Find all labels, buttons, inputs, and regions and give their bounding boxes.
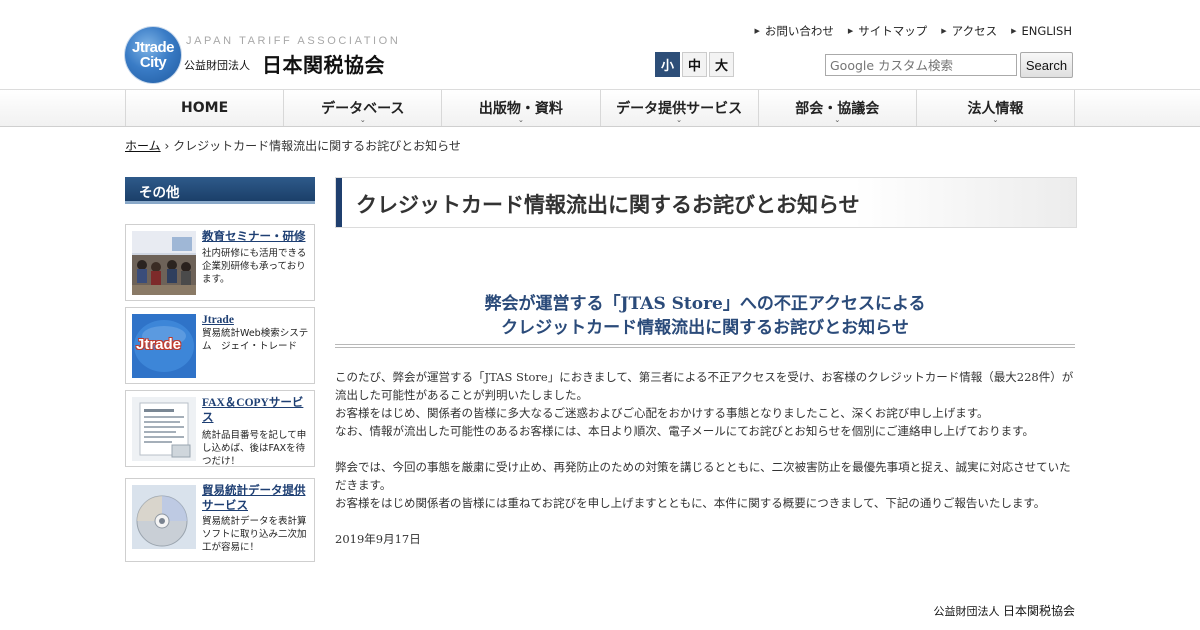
card-description: 統計品目番号を記して申し込めば、後はFAXを待つだけ！ bbox=[202, 430, 307, 467]
jtrade-city-logo[interactable]: Jtrade City bbox=[125, 27, 181, 83]
notice-body: このたび、弊会が運営する「JTAS Store」におきまして、第三者による不正ア… bbox=[335, 368, 1075, 548]
triangle-right-icon: ▶ bbox=[754, 27, 760, 35]
sidebar-card-fax-copy[interactable]: FAX＆COPYサービス 統計品目番号を記して申し込めば、後はFAXを待つだけ！ bbox=[125, 390, 315, 467]
card-description: 貿易統計Web検索システム ジェイ・トレード bbox=[202, 328, 309, 352]
utility-link-english[interactable]: ▶ ENGLISH bbox=[1011, 23, 1072, 39]
card-title[interactable]: 教育セミナー・研修 bbox=[202, 230, 310, 245]
sidebar-card-trade-data[interactable]: 貿易統計データ提供サービス 貿易統計データを表計算ソフトに取り込み二次加工が容易… bbox=[125, 478, 315, 562]
triangle-right-icon: ▶ bbox=[941, 27, 947, 35]
chevron-down-icon: ⌄ bbox=[992, 116, 999, 124]
footer-org-prefix: 公益財団法人 bbox=[933, 605, 1000, 618]
nav-committees[interactable]: 部会・協議会 ⌄ bbox=[757, 90, 916, 126]
notice-heading-line1: 弊会が運営する「JTAS Store」への不正アクセスによる bbox=[484, 294, 926, 314]
paragraph: このたび、弊会が運営する「JTAS Store」におきまして、第三者による不正ア… bbox=[335, 370, 1074, 402]
chevron-down-icon: ⌄ bbox=[517, 116, 524, 124]
logo-line2: City bbox=[139, 54, 167, 71]
page: Jtrade City JAPAN TARIFF ASSOCIATION 公益財… bbox=[0, 0, 1200, 630]
divider bbox=[335, 344, 1075, 348]
org-prefix: 公益財団法人 bbox=[184, 59, 250, 72]
card-title[interactable]: Jtrade bbox=[202, 313, 310, 328]
jtrade-thumb-label: Jtrade bbox=[136, 336, 182, 353]
nav-corporate-info[interactable]: 法人情報 ⌄ bbox=[915, 90, 1076, 126]
paragraph: なお、情報が流出した可能性のあるお客様には、本日より順次、電子メールにてお詫びと… bbox=[335, 424, 1034, 438]
search-button[interactable]: Search bbox=[1020, 52, 1073, 78]
notice-date: 2019年9月17日 bbox=[335, 532, 421, 546]
paragraph: 弊会では、今回の事態を厳粛に受け止め、再発防止のための対策を講じるとともに、二次… bbox=[335, 460, 1071, 492]
triangle-right-icon: ▶ bbox=[1011, 27, 1017, 35]
card-title[interactable]: 貿易統計データ提供サービス bbox=[202, 484, 310, 514]
notice-heading-line2: クレジットカード情報流出に関するお詫びとお知らせ bbox=[501, 318, 909, 338]
nav-publications[interactable]: 出版物・資料 ⌄ bbox=[441, 90, 599, 126]
font-size-small-button[interactable]: 小 bbox=[655, 52, 680, 77]
nav-database[interactable]: データベース ⌄ bbox=[283, 90, 441, 126]
title-accent-bar bbox=[336, 178, 342, 227]
page-title-box: クレジットカード情報流出に関するお詫びとお知らせ bbox=[335, 177, 1077, 228]
sidebar-card-seminar[interactable]: 教育セミナー・研修 社内研修にも活用できる企業別研修も承っております。 bbox=[125, 224, 315, 301]
chevron-down-icon: ⌄ bbox=[676, 116, 683, 124]
utility-link-access[interactable]: ▶ アクセス bbox=[941, 23, 997, 39]
breadcrumb-home-link[interactable]: ホーム bbox=[125, 139, 161, 153]
utility-link-sitemap[interactable]: ▶ サイトマップ bbox=[848, 23, 927, 39]
card-description: 社内研修にも活用できる企業別研修も承っております。 bbox=[202, 248, 307, 285]
card-title[interactable]: FAX＆COPYサービス bbox=[202, 396, 310, 426]
jtrade-logo-image: Jtrade bbox=[132, 314, 196, 378]
global-nav: HOME データベース ⌄ 出版物・資料 ⌄ データ提供サービス ⌄ 部会・協議会 ⌄ … bbox=[125, 90, 1076, 126]
paragraph: お客様をはじめ関係者の皆様には重ねてお詫びを申し上げますとともに、本件に関する概… bbox=[335, 496, 1046, 510]
fax-document-image bbox=[132, 397, 196, 461]
sidebar-card-jtrade[interactable]: Jtrade Jtrade 貿易統計Web検索システム ジェイ・トレード bbox=[125, 307, 315, 384]
nav-data-services[interactable]: データ提供サービス ⌄ bbox=[599, 90, 758, 126]
paragraph: お客様をはじめ、関係者の皆様に多大なるご迷惑およびご心配をおかけする事態となりま… bbox=[335, 406, 989, 420]
chevron-down-icon: ⌄ bbox=[834, 116, 841, 124]
org-english-name: JAPAN TARIFF ASSOCIATION bbox=[186, 35, 401, 47]
footer-signature: 公益財団法人 日本関税協会 bbox=[933, 602, 1075, 619]
notice-heading: 弊会が運営する「JTAS Store」への不正アクセスによる クレジットカード情… bbox=[335, 292, 1075, 340]
card-description: 貿易統計データを表計算ソフトに取り込み二次加工が容易に！ bbox=[202, 516, 307, 553]
sidebar-heading: その他 bbox=[125, 177, 315, 204]
footer-org-name: 日本関税協会 bbox=[1002, 604, 1075, 618]
page-title: クレジットカード情報流出に関するお詫びとお知らせ bbox=[356, 193, 860, 217]
org-name[interactable]: 日本関税協会 bbox=[262, 49, 385, 78]
triangle-right-icon: ▶ bbox=[847, 27, 854, 35]
breadcrumb-separator: › bbox=[164, 139, 170, 153]
breadcrumb-current: クレジットカード情報流出に関するお詫びとお知らせ bbox=[173, 139, 461, 153]
logo-line1: Jtrade bbox=[131, 39, 175, 56]
utility-links: ▶ お問い合わせ ▶ サイトマップ ▶ アクセス ▶ ENGLISH bbox=[754, 23, 1072, 39]
font-size-switcher: 小 中 大 bbox=[655, 52, 734, 77]
search-input[interactable] bbox=[825, 54, 1017, 76]
chevron-down-icon: ⌄ bbox=[359, 116, 366, 124]
nav-home[interactable]: HOME bbox=[125, 90, 283, 126]
cd-disc-image bbox=[132, 485, 196, 549]
font-size-medium-button[interactable]: 中 bbox=[682, 52, 707, 77]
seminar-photo bbox=[132, 231, 196, 295]
breadcrumb: ホーム › クレジットカード情報流出に関するお詫びとお知らせ bbox=[125, 137, 461, 154]
font-size-large-button[interactable]: 大 bbox=[709, 52, 734, 77]
utility-link-contact[interactable]: ▶ お問い合わせ bbox=[754, 23, 833, 39]
